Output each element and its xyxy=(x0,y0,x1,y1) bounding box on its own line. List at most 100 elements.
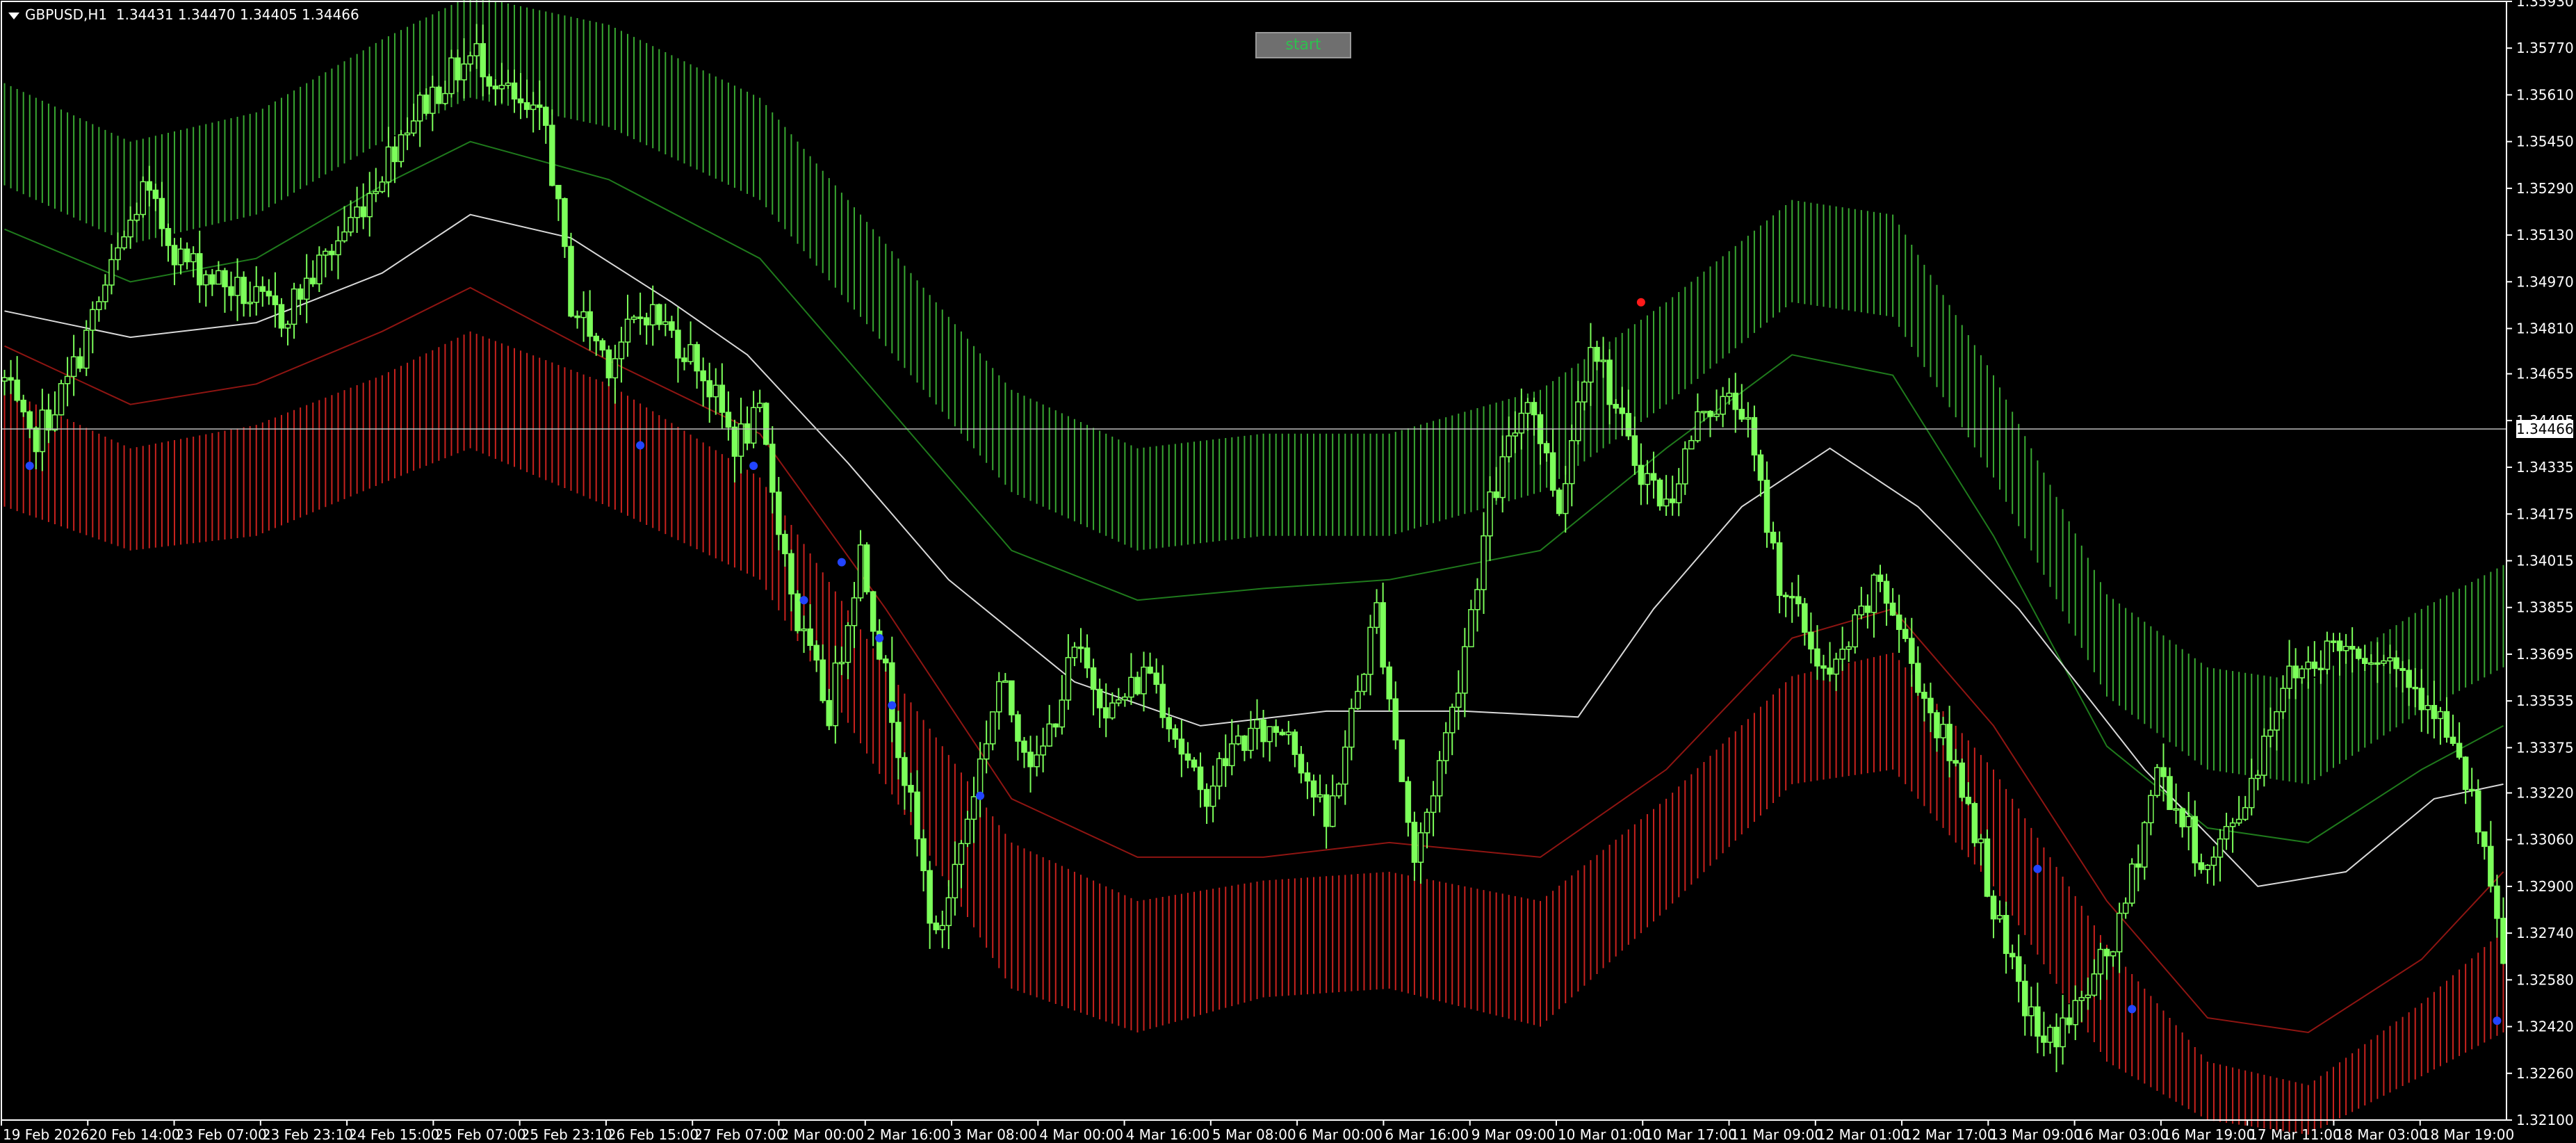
candle-body xyxy=(1052,723,1059,728)
x-tick-label: 23 Feb 23:10 xyxy=(262,1126,353,1143)
candle-body xyxy=(1588,346,1594,383)
candle-body xyxy=(1355,690,1361,709)
candle-body xyxy=(2242,806,2249,820)
candle-body xyxy=(1934,712,1940,738)
candle-body xyxy=(2066,1017,2072,1026)
candle-body xyxy=(1273,726,1279,733)
candle-body xyxy=(1889,602,1896,616)
candle-body xyxy=(146,181,153,191)
x-tick-label: 24 Feb 15:00 xyxy=(348,1126,439,1143)
candle-body xyxy=(511,82,518,100)
candle-body xyxy=(442,92,448,104)
candle-body xyxy=(1392,698,1399,741)
start-button[interactable]: start xyxy=(1255,32,1351,58)
candle-body xyxy=(1770,531,1777,544)
candle-body xyxy=(1487,491,1493,537)
middle-average-line xyxy=(4,213,2504,887)
candle-body xyxy=(64,375,71,384)
candle-body xyxy=(96,301,102,311)
candle-body xyxy=(2135,863,2142,868)
candle-body xyxy=(1405,781,1412,823)
y-tick-label: 1.33535 xyxy=(2516,692,2574,709)
chart-frame xyxy=(1,1,2507,1121)
candle-body xyxy=(883,658,889,664)
x-tick-label: 17 Mar 11:00 xyxy=(2249,1126,2342,1143)
y-tick-label: 1.33375 xyxy=(2516,739,2574,756)
blue-signal-dot xyxy=(875,633,884,642)
candle-body xyxy=(1996,915,2003,920)
candle-body xyxy=(517,98,524,104)
candle-body xyxy=(1248,727,1254,752)
dropdown-triangle-icon[interactable] xyxy=(8,12,19,19)
candle-body xyxy=(1984,838,1991,897)
candle-body xyxy=(1456,692,1462,708)
candle-body xyxy=(605,349,612,379)
candle-body xyxy=(2229,822,2236,827)
candle-body xyxy=(1631,435,1638,467)
x-tick-label: 18 Mar 19:00 xyxy=(2422,1126,2515,1143)
candle-body xyxy=(14,379,20,401)
y-tick-label: 1.35610 xyxy=(2516,86,2574,103)
candle-body xyxy=(889,662,895,723)
candle-body xyxy=(1858,606,1865,616)
candle-body xyxy=(2305,661,2312,670)
candle-body xyxy=(1191,759,1198,768)
candle-body xyxy=(1675,483,1682,503)
candle-body xyxy=(2009,952,2016,957)
candle-body xyxy=(1367,626,1373,675)
candle-body xyxy=(2204,864,2211,870)
candle-body xyxy=(1543,443,1550,454)
candle-body xyxy=(851,597,858,626)
candle-body xyxy=(58,383,65,416)
candle-body xyxy=(2035,1006,2041,1037)
candle-body xyxy=(1499,456,1506,498)
candle-body xyxy=(341,231,348,242)
candle-body xyxy=(1644,473,1651,485)
candle-body xyxy=(505,82,512,86)
candle-body xyxy=(1310,780,1317,798)
candle-body xyxy=(2235,818,2242,824)
candle-body xyxy=(1021,740,1027,753)
candle-body xyxy=(1417,832,1424,863)
blue-signal-dot xyxy=(25,461,34,470)
candle-body xyxy=(593,335,599,341)
price-chart[interactable]: 1.35930 1.35770 1.35610 1.35450 1.35290 1.351… xyxy=(0,0,2576,1143)
candle-body xyxy=(675,330,681,359)
candle-body xyxy=(2399,667,2406,671)
candle-body xyxy=(2387,657,2393,662)
candle-body xyxy=(436,86,442,104)
y-tick-label: 1.32900 xyxy=(2516,878,2574,895)
candle-body xyxy=(253,286,259,303)
candle-body xyxy=(694,343,700,372)
candle-body xyxy=(1732,392,1738,410)
candle-body xyxy=(1852,614,1859,648)
candle-body xyxy=(1940,724,1946,738)
candle-body xyxy=(76,356,83,369)
candle-body xyxy=(637,316,644,319)
ohlc-quote: 1.34431 1.34470 1.34405 1.34466 xyxy=(115,6,359,23)
x-tick-label: 16 Mar 03:00 xyxy=(2076,1126,2169,1143)
candle-body xyxy=(1134,676,1141,695)
candle-body xyxy=(2500,918,2506,964)
lower-band-line xyxy=(4,286,2504,1034)
candle-body xyxy=(1122,696,1128,701)
candle-body xyxy=(1921,692,1927,699)
candle-body xyxy=(423,95,430,114)
candle-body xyxy=(1449,706,1456,733)
candle-body xyxy=(2431,704,2438,720)
candle-body xyxy=(2085,994,2092,998)
candle-body xyxy=(1197,766,1204,791)
x-tick-label: 4 Mar 16:00 xyxy=(1126,1126,1210,1143)
candle-body xyxy=(1990,895,1997,920)
candle-body xyxy=(1323,794,1330,827)
candle-body xyxy=(2324,640,2331,670)
price-axis: 1.35930 1.35770 1.35610 1.35450 1.35290 1.351… xyxy=(2506,0,2574,1128)
candle-body xyxy=(1380,602,1386,668)
candle-body xyxy=(1953,760,1959,764)
candle-body xyxy=(2060,1017,2066,1048)
x-tick-label: 18 Mar 03:00 xyxy=(2335,1126,2428,1143)
candle-body xyxy=(1184,753,1191,761)
candle-body xyxy=(1059,699,1066,728)
candle-body xyxy=(1695,411,1701,441)
plot-border xyxy=(1,1,2507,1121)
